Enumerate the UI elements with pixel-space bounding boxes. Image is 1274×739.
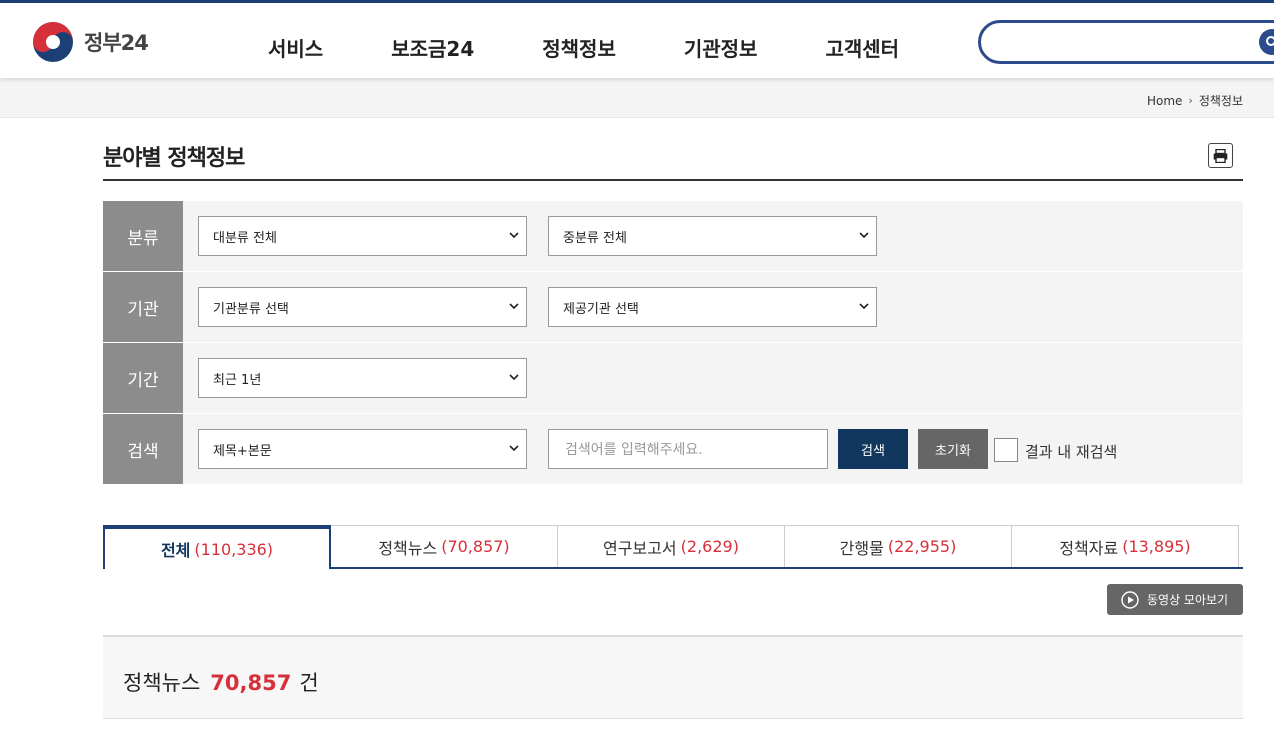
result-category: 정책뉴스 [123,671,201,695]
tab-count: (13,895) [1122,537,1191,556]
filter-label-agency: 기관 [103,272,183,342]
breadcrumb-current[interactable]: 정책정보 [1199,92,1243,109]
taegeuk-logo-icon [33,22,73,62]
research-checkbox[interactable] [994,438,1018,462]
major-category-select[interactable]: 대분류 전체 [198,216,527,256]
result-tabs: 전체 (110,336) 정책뉴스 (70,857) 연구보고서 (2,629) 간행… [103,525,1243,569]
filter-label-category: 분류 [103,201,183,271]
tab-all[interactable]: 전체 (110,336) [103,525,331,569]
select-value: 기관분류 선택 [213,301,289,317]
tab-research-reports[interactable]: 연구보고서 (2,629) [557,525,785,567]
agency-type-select[interactable]: 기관분류 선택 [198,287,527,327]
video-button-label: 동영상 모아보기 [1147,593,1229,607]
result-count: 70,857 [210,671,292,695]
play-circle-icon [1121,590,1139,609]
nav-item-subsidy[interactable]: 보조금24 [391,33,474,62]
tab-policy-news[interactable]: 정책뉴스 (70,857) [330,525,558,567]
chevron-down-icon [509,374,519,381]
keyword-input[interactable]: 검색어를 입력해주세요. [548,429,828,469]
tab-label: 전체 [160,541,191,560]
chevron-right-icon: › [1188,94,1193,107]
filter-row-period: 기간 최근 1년 [103,343,1243,414]
nav-item-support[interactable]: 고객센터 [825,33,899,62]
select-value: 대분류 전체 [213,230,277,246]
logo-text: 정부24 [84,31,149,55]
print-icon [1213,148,1228,163]
nav-item-services[interactable]: 서비스 [268,33,323,62]
tab-publications[interactable]: 간행물 (22,955) [784,525,1012,567]
tab-policy-materials[interactable]: 정책자료 (13,895) [1011,525,1239,567]
breadcrumb-bar: Home › 정책정보 [0,78,1274,118]
page-title: 분야별 정책정보 [103,146,245,171]
minor-category-select[interactable]: 중분류 전체 [548,216,877,256]
result-heading: 정책뉴스 70,857 건 [123,667,319,697]
tab-count: (70,857) [441,537,510,556]
provider-agency-select[interactable]: 제공기관 선택 [548,287,877,327]
chevron-down-icon [859,303,869,310]
nav-item-agency[interactable]: 기관정보 [684,33,758,62]
chevron-down-icon [509,303,519,310]
chevron-down-icon [509,232,519,239]
search-button[interactable]: 검색 [838,429,908,469]
tab-label: 정책자료 [1059,538,1119,558]
filter-label-period: 기간 [103,343,183,413]
reset-button[interactable]: 초기화 [918,429,988,469]
main-nav: 서비스 보조금24 정책정보 기관정보 고객센터 [268,33,967,62]
search-icon[interactable] [1259,29,1274,55]
select-value: 제목+본문 [213,443,272,459]
filter-label-search: 검색 [103,414,183,484]
tab-count: (110,336) [194,539,274,559]
keyword-placeholder: 검색어를 입력해주세요. [565,442,703,458]
select-value: 제공기관 선택 [563,301,639,317]
tab-count: (2,629) [680,537,739,556]
select-value: 중분류 전체 [563,230,627,246]
period-select[interactable]: 최근 1년 [198,358,527,398]
site-logo[interactable]: 정부24 [32,21,149,63]
breadcrumb: Home › 정책정보 [1147,92,1243,109]
nav-item-policy[interactable]: 정책정보 [542,33,616,62]
select-value: 최근 1년 [213,372,262,388]
result-unit: 건 [299,671,319,695]
video-collection-button[interactable]: 동영상 모아보기 [1107,584,1243,615]
result-summary: 정책뉴스 70,857 건 [103,635,1243,719]
filter-row-agency: 기관 기관분류 선택 제공기관 선택 [103,272,1243,343]
research-checkbox-label[interactable]: 결과 내 재검색 [1025,441,1117,462]
search-scope-select[interactable]: 제목+본문 [198,429,527,469]
title-divider [103,179,1243,181]
tab-count: (22,955) [887,537,957,556]
filter-panel: 분류 대분류 전체 중분류 전체 기관 기관분류 선택 제공기관 선택 기간 최… [103,201,1243,484]
chevron-down-icon [509,445,519,452]
filter-row-search: 검색 제목+본문 검색어를 입력해주세요. 검색 초기화 결과 내 재검색 [103,414,1243,484]
tab-label: 연구보고서 [603,538,677,558]
tab-label: 간행물 [839,538,884,558]
print-button[interactable] [1208,143,1233,168]
chevron-down-icon [859,232,869,239]
breadcrumb-home[interactable]: Home [1147,94,1182,108]
site-header: 정부24 서비스 보조금24 정책정보 기관정보 고객센터 [0,3,1274,78]
filter-row-category: 분류 대분류 전체 중분류 전체 [103,201,1243,272]
header-search-input[interactable] [978,20,1274,64]
tab-label: 정책뉴스 [378,538,438,558]
